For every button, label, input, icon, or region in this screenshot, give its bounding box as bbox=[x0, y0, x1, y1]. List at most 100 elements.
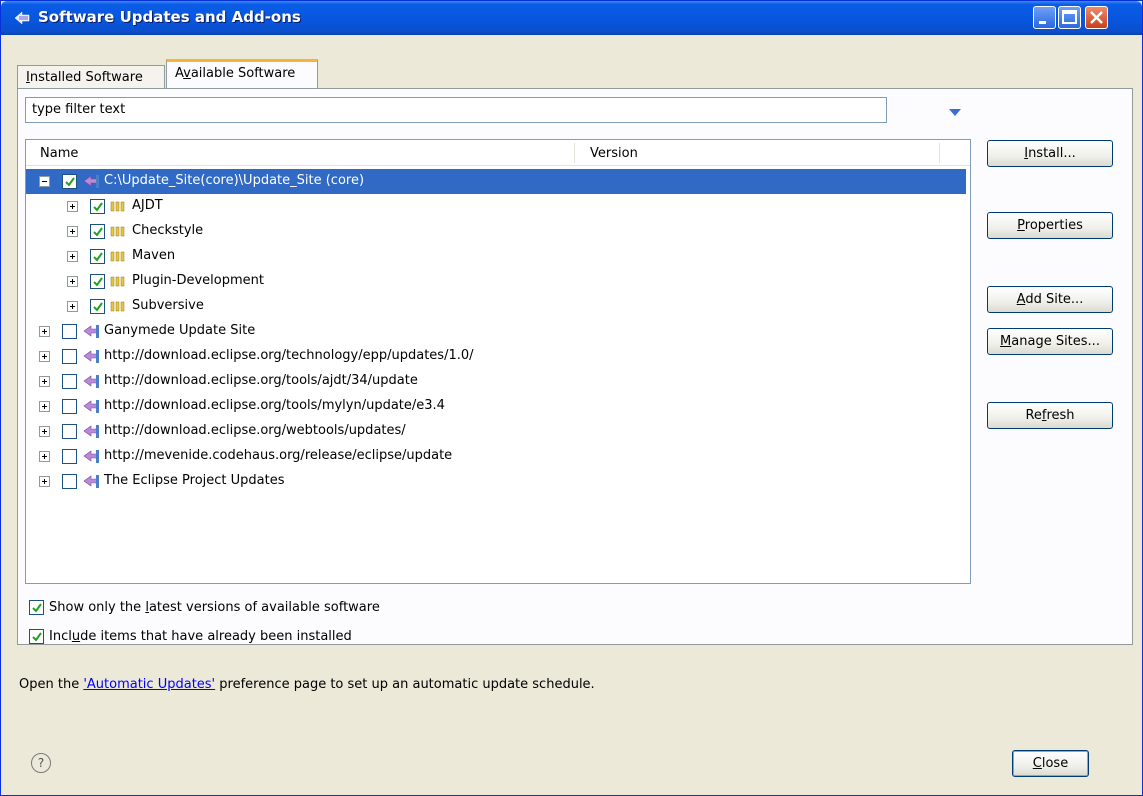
tree-row-label: Maven bbox=[132, 248, 176, 263]
check-icon bbox=[65, 177, 75, 187]
checkbox[interactable] bbox=[62, 474, 77, 489]
button-mnemonic: C bbox=[1032, 756, 1042, 771]
checkbox[interactable] bbox=[90, 249, 105, 264]
expand-icon[interactable] bbox=[39, 326, 50, 337]
tree-row-update-site[interactable]: Ganymede Update Site bbox=[26, 319, 966, 344]
button-label: roperties bbox=[1024, 218, 1083, 233]
available-software-tree[interactable]: Name Version C:\Update_Site(core)\Update… bbox=[25, 139, 971, 584]
refresh-button[interactable]: Refresh bbox=[987, 402, 1113, 429]
check-icon bbox=[93, 252, 103, 262]
button-label: dd Site... bbox=[1025, 292, 1084, 307]
tree-row-label: Subversive bbox=[132, 298, 204, 313]
tree-row-category[interactable]: Maven bbox=[26, 244, 966, 269]
column-header-name[interactable]: Name bbox=[40, 146, 78, 161]
button-label: anage Sites... bbox=[1011, 334, 1100, 349]
info-text-suffix: preference page to set up an automatic u… bbox=[215, 677, 595, 692]
close-window-button[interactable] bbox=[1085, 6, 1108, 29]
include-installed-checkbox[interactable] bbox=[29, 629, 44, 644]
tree-row-update-site[interactable]: http://mevenide.codehaus.org/release/ecl… bbox=[26, 444, 966, 469]
tree-row-update-site-core[interactable]: C:\Update_Site(core)\Update_Site (core) bbox=[26, 169, 966, 194]
expand-icon[interactable] bbox=[39, 451, 50, 462]
column-header-version[interactable]: Version bbox=[590, 146, 638, 161]
tree-row-label: The Eclipse Project Updates bbox=[104, 473, 285, 488]
tree-row-category[interactable]: Subversive bbox=[26, 294, 966, 319]
update-site-icon bbox=[83, 175, 99, 188]
expand-icon[interactable] bbox=[67, 276, 78, 287]
update-site-icon bbox=[83, 425, 99, 438]
button-mnemonic: M bbox=[1000, 334, 1012, 349]
checkbox[interactable] bbox=[62, 449, 77, 464]
checkbox[interactable] bbox=[62, 174, 77, 189]
expand-icon[interactable] bbox=[39, 351, 50, 362]
column-divider[interactable] bbox=[574, 143, 575, 163]
collapse-icon[interactable] bbox=[39, 176, 50, 187]
tree-row-label: Ganymede Update Site bbox=[104, 323, 256, 338]
tree-row-label: Plugin-Development bbox=[132, 273, 264, 288]
eclipse-icon bbox=[14, 11, 30, 25]
checkbox[interactable] bbox=[62, 399, 77, 414]
software-updates-dialog: Software Updates and Add-ons Installed S… bbox=[0, 0, 1143, 796]
tab-installed-software[interactable]: Installed Software bbox=[17, 65, 165, 89]
expand-icon[interactable] bbox=[39, 476, 50, 487]
tree-row-label: Checkstyle bbox=[132, 223, 204, 238]
title-bar[interactable]: Software Updates and Add-ons bbox=[1, 1, 1142, 35]
tree-row-label: http://download.eclipse.org/tools/ajdt/3… bbox=[104, 373, 418, 388]
manage-sites-button[interactable]: Manage Sites... bbox=[987, 328, 1113, 355]
maximize-button[interactable] bbox=[1058, 6, 1081, 29]
checkbox[interactable] bbox=[62, 424, 77, 439]
button-mnemonic: P bbox=[1017, 218, 1025, 233]
minimize-button[interactable] bbox=[1033, 6, 1056, 29]
column-divider[interactable] bbox=[939, 143, 940, 163]
install-button[interactable]: Install... bbox=[987, 140, 1113, 167]
expand-icon[interactable] bbox=[39, 401, 50, 412]
tree-row-update-site[interactable]: http://download.eclipse.org/webtools/upd… bbox=[26, 419, 966, 444]
expand-icon[interactable] bbox=[67, 226, 78, 237]
button-label-prefix: Re bbox=[1025, 408, 1042, 423]
tree-row-category[interactable]: AJDT bbox=[26, 194, 966, 219]
tree-row-update-site[interactable]: http://download.eclipse.org/technology/e… bbox=[26, 344, 966, 369]
check-icon bbox=[93, 202, 103, 212]
tree-row-label: C:\Update_Site(core)\Update_Site (core) bbox=[102, 173, 367, 188]
checkbox[interactable] bbox=[90, 199, 105, 214]
category-icon bbox=[110, 251, 125, 262]
properties-button[interactable]: Properties bbox=[987, 212, 1113, 239]
update-site-icon bbox=[83, 475, 99, 488]
checkbox[interactable] bbox=[62, 324, 77, 339]
expand-icon[interactable] bbox=[67, 251, 78, 262]
tree-row-update-site[interactable]: The Eclipse Project Updates bbox=[26, 469, 966, 494]
filter-input[interactable]: type filter text bbox=[25, 97, 887, 123]
filter-dropdown-icon[interactable] bbox=[948, 107, 962, 117]
add-site-button[interactable]: Add Site... bbox=[987, 286, 1113, 313]
checkbox[interactable] bbox=[62, 349, 77, 364]
expand-icon[interactable] bbox=[67, 301, 78, 312]
expand-icon[interactable] bbox=[39, 376, 50, 387]
checkbox[interactable] bbox=[90, 274, 105, 289]
checkbox[interactable] bbox=[62, 374, 77, 389]
update-site-icon bbox=[83, 325, 99, 338]
close-button[interactable]: Close bbox=[1012, 750, 1089, 777]
tree-row-label: http://download.eclipse.org/webtools/upd… bbox=[104, 423, 406, 438]
button-label: nstall... bbox=[1028, 146, 1076, 161]
show-latest-checkbox[interactable] bbox=[29, 600, 44, 615]
maximize-icon bbox=[1062, 10, 1077, 24]
tree-row-label: http://download.eclipse.org/tools/mylyn/… bbox=[104, 398, 445, 413]
tree-row-category[interactable]: Checkstyle bbox=[26, 219, 966, 244]
tree-row-update-site[interactable]: http://download.eclipse.org/tools/mylyn/… bbox=[26, 394, 966, 419]
tree-row-category[interactable]: Plugin-Development bbox=[26, 269, 966, 294]
tree-row-label: AJDT bbox=[132, 198, 163, 213]
help-icon[interactable]: ? bbox=[31, 753, 51, 773]
tab-available-software[interactable]: Available Software bbox=[166, 59, 318, 89]
tree-header: Name Version bbox=[26, 140, 970, 166]
check-icon bbox=[32, 632, 42, 642]
automatic-updates-link[interactable]: 'Automatic Updates' bbox=[83, 677, 215, 692]
expand-icon[interactable] bbox=[39, 426, 50, 437]
tree-row-update-site[interactable]: http://download.eclipse.org/tools/ajdt/3… bbox=[26, 369, 966, 394]
button-label: lose bbox=[1041, 756, 1069, 771]
show-latest-label: Show only the latest versions of availab… bbox=[49, 600, 380, 615]
tree-row-label: http://mevenide.codehaus.org/release/ecl… bbox=[104, 448, 453, 463]
check-icon bbox=[32, 603, 42, 613]
check-icon bbox=[93, 227, 103, 237]
expand-icon[interactable] bbox=[67, 201, 78, 212]
checkbox[interactable] bbox=[90, 299, 105, 314]
checkbox[interactable] bbox=[90, 224, 105, 239]
